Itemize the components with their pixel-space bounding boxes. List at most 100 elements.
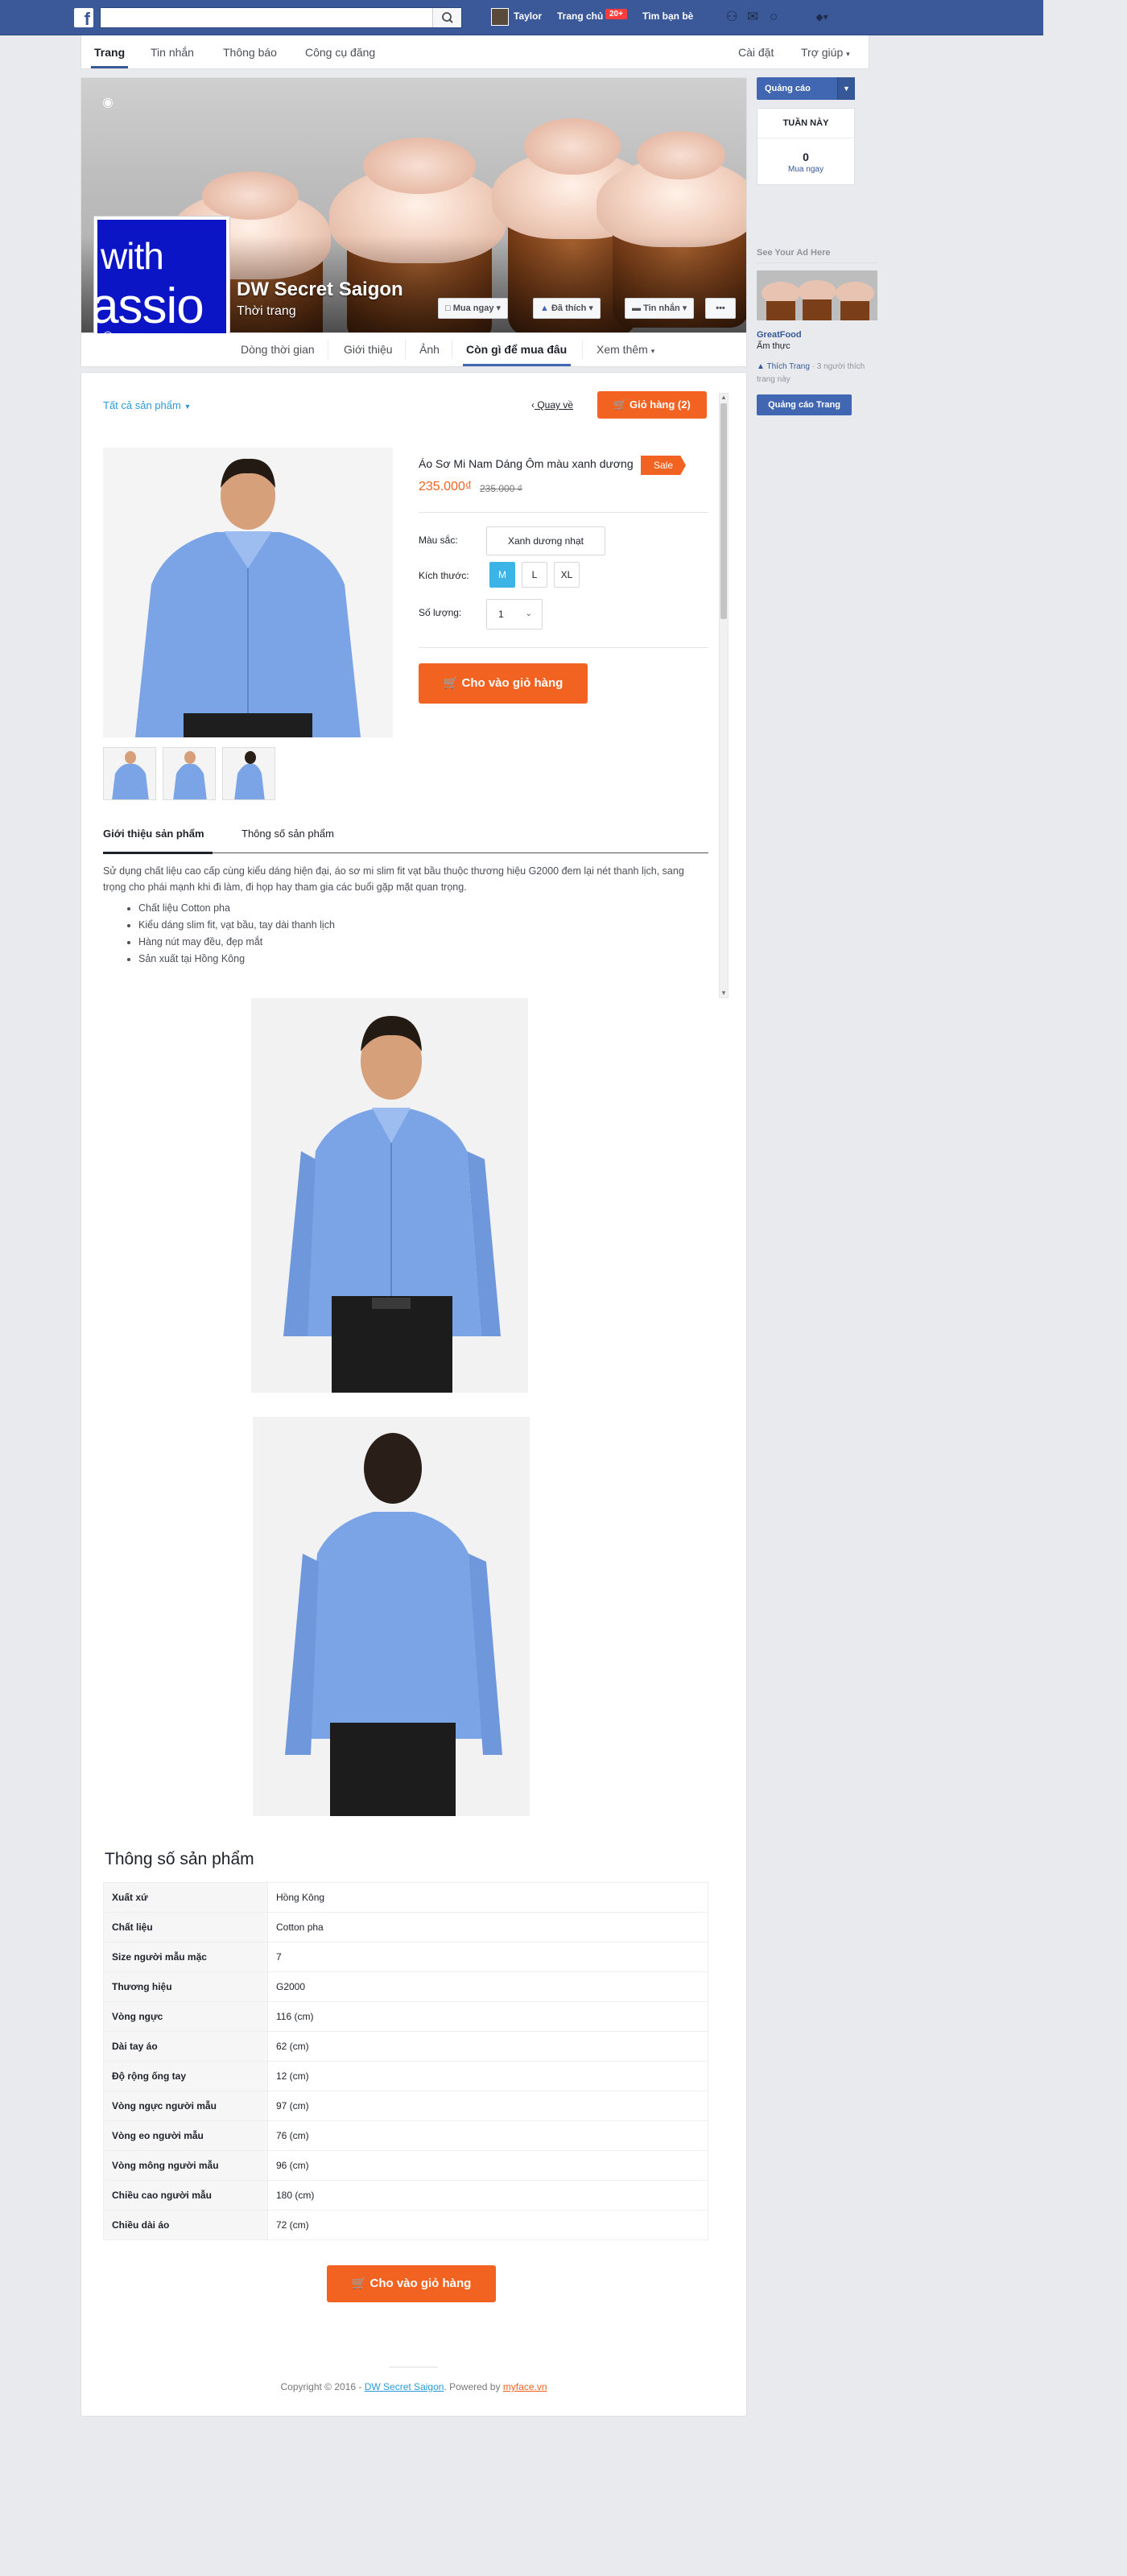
- promote-page-button[interactable]: Quảng cáo Trang: [757, 394, 852, 415]
- search-button[interactable]: [432, 8, 461, 27]
- spec-key: Xuất xứ: [103, 1882, 268, 1913]
- product-old-price: 235.000 ₫: [480, 483, 522, 494]
- back-link[interactable]: ‹ Quay về: [531, 399, 573, 411]
- product-main-image[interactable]: [103, 448, 393, 737]
- footer-divider: [390, 2367, 438, 2368]
- tab-page[interactable]: Trang: [94, 46, 125, 59]
- size-option-m[interactable]: M: [489, 562, 515, 588]
- powered-by-link[interactable]: myface.vn: [503, 2381, 547, 2392]
- spec-key: Vòng ngực người mẫu: [103, 2091, 268, 2121]
- tab-about[interactable]: Giới thiệu: [344, 343, 393, 356]
- ads-label: Quảng cáo: [765, 84, 811, 93]
- more-options-button[interactable]: •••: [705, 298, 736, 319]
- ads-button[interactable]: Quảng cáo ▼: [757, 77, 855, 100]
- search-box[interactable]: [100, 7, 462, 28]
- product-thumbnail[interactable]: [103, 747, 156, 800]
- caret-down-icon[interactable]: ▼: [837, 77, 855, 100]
- table-row: Chất liệu Cotton pha: [103, 1912, 708, 1942]
- product-title: Áo Sơ Mi Nam Dáng Ôm màu xanh dương: [419, 457, 634, 470]
- spec-value: 72 (cm): [267, 2210, 708, 2240]
- list-item: Kiểu dáng slim fit, vạt bầu, tay dài tha…: [138, 917, 335, 934]
- cart-button[interactable]: 🛒 Giỏ hàng (2): [597, 391, 707, 419]
- add-to-cart-bottom-button[interactable]: 🛒 Cho vào giỏ hàng: [327, 2265, 496, 2302]
- tab-timeline[interactable]: Dòng thời gian: [241, 343, 315, 356]
- settings-link[interactable]: Cài đặt: [738, 46, 774, 59]
- this-week-box: TUẦN NÀY 0 Mua ngay: [757, 108, 855, 185]
- user-name-link[interactable]: Taylor: [514, 10, 542, 22]
- more-icon: •••: [716, 303, 725, 313]
- list-item: Hàng nút may đều, đẹp mắt: [138, 934, 335, 951]
- home-badge: 20+: [605, 9, 627, 19]
- notifications-globe-icon[interactable]: ○: [765, 9, 782, 25]
- all-products-dropdown[interactable]: Tất cả sản phẩm ▼: [103, 399, 191, 411]
- chevron-left-icon: ‹: [531, 399, 535, 411]
- shop-link[interactable]: DW Secret Saigon: [365, 2381, 444, 2392]
- list-item: Sản xuất tại Hồng Kông: [138, 951, 335, 968]
- tab-product-intro[interactable]: Giới thiệu sản phẩm: [103, 828, 204, 840]
- tab-notifications[interactable]: Thông báo: [223, 46, 277, 59]
- tab-messages[interactable]: Tin nhắn: [151, 46, 194, 59]
- home-link[interactable]: Trang chủ: [557, 10, 603, 22]
- shop-now-label: Mua ngay: [452, 303, 494, 313]
- page-name[interactable]: DW Secret Saigon: [237, 279, 403, 301]
- user-avatar[interactable]: [491, 8, 509, 26]
- scroll-up-icon[interactable]: ▲: [720, 394, 727, 402]
- help-link[interactable]: Trợ giúp ▾: [801, 46, 850, 59]
- size-option-l[interactable]: L: [522, 562, 547, 588]
- liked-label: Đã thích: [551, 303, 587, 313]
- spec-value: 12 (cm): [267, 2061, 708, 2091]
- week-title: TUẦN NÀY: [782, 118, 829, 128]
- messages-icon[interactable]: ✉: [744, 9, 762, 25]
- lock-dropdown-icon[interactable]: ◆▾: [808, 9, 836, 25]
- page-category[interactable]: Thời trang: [237, 304, 296, 319]
- scroll-thumb[interactable]: [720, 403, 727, 619]
- product-thumbnail[interactable]: [222, 747, 275, 800]
- chevron-down-icon: ⌄: [525, 609, 532, 618]
- feature-list: Chất liệu Cotton pha Kiểu dáng slim fit,…: [138, 900, 335, 968]
- cart-label: Giỏ hàng (2): [629, 398, 691, 411]
- divider: [419, 647, 708, 648]
- ad-image[interactable]: [757, 270, 877, 320]
- chevron-down-icon: ▾: [496, 303, 502, 313]
- spec-value: Cotton pha: [267, 1912, 708, 1942]
- spec-value: 97 (cm): [267, 2091, 708, 2121]
- find-friends-link[interactable]: Tìm bạn bè: [642, 10, 693, 22]
- tab-product-specs[interactable]: Thông số sản phẩm: [242, 828, 334, 840]
- scrollbar[interactable]: ▲ ▼: [719, 393, 729, 998]
- liked-button[interactable]: ▲ Đã thích ▾: [533, 298, 601, 319]
- chevron-down-icon: ▾: [650, 347, 655, 355]
- tab-publishing-tools[interactable]: Công cụ đăng: [305, 46, 375, 59]
- shop-now-button[interactable]: □ Mua ngay ▾: [438, 298, 509, 319]
- tab-shop[interactable]: Còn gì để mua đâu: [466, 343, 567, 356]
- size-option-xl[interactable]: XL: [554, 562, 580, 588]
- all-products-label: Tất cả sản phẩm: [103, 399, 181, 411]
- ad-heading[interactable]: See Your Ad Here: [757, 248, 831, 258]
- spec-value: 96 (cm): [267, 2150, 708, 2181]
- page-tabs: Dòng thời gian Giới thiệu Ảnh Còn gì để …: [80, 333, 747, 367]
- like-page-link[interactable]: ▲ Thích Trang: [757, 362, 810, 371]
- product-detail-tabs: Giới thiệu sản phẩm Thông số sản phẩm: [103, 824, 708, 854]
- message-button[interactable]: ▬ Tin nhắn ▾: [625, 298, 695, 319]
- spec-key: Vòng mông người mẫu: [103, 2150, 268, 2181]
- search-input[interactable]: [101, 8, 431, 27]
- add-to-cart-button[interactable]: 🛒 Cho vào giỏ hàng: [419, 663, 588, 704]
- tab-photos[interactable]: Ảnh: [419, 343, 440, 356]
- table-row: Size người mẫu mặc 7: [103, 1942, 708, 1972]
- scroll-down-icon[interactable]: ▼: [720, 989, 727, 997]
- quantity-select[interactable]: 1 ⌄: [486, 599, 543, 630]
- add-to-cart-bottom-label: Cho vào giỏ hàng: [369, 2277, 472, 2290]
- size-label: Kích thước:: [419, 570, 469, 581]
- table-row: Thương hiệu G2000: [103, 1971, 708, 2002]
- camera-icon[interactable]: ◉: [102, 94, 114, 110]
- tab-more[interactable]: Xem thêm ▾: [597, 343, 654, 356]
- profile-picture[interactable]: with assio ◉: [93, 216, 230, 353]
- spec-key: Chiều dài áo: [103, 2210, 268, 2240]
- add-to-cart-label: Cho vào giỏ hàng: [461, 676, 564, 690]
- friend-requests-icon[interactable]: ⚇: [723, 9, 741, 25]
- color-option[interactable]: Xanh dương nhạt: [486, 526, 605, 555]
- ad-page-name[interactable]: GreatFood: [757, 330, 802, 340]
- week-label[interactable]: Mua ngay: [758, 165, 854, 174]
- facebook-logo-icon[interactable]: f: [74, 8, 93, 27]
- spec-key: Vòng eo người mẫu: [103, 2120, 268, 2151]
- product-thumbnail[interactable]: [163, 747, 216, 800]
